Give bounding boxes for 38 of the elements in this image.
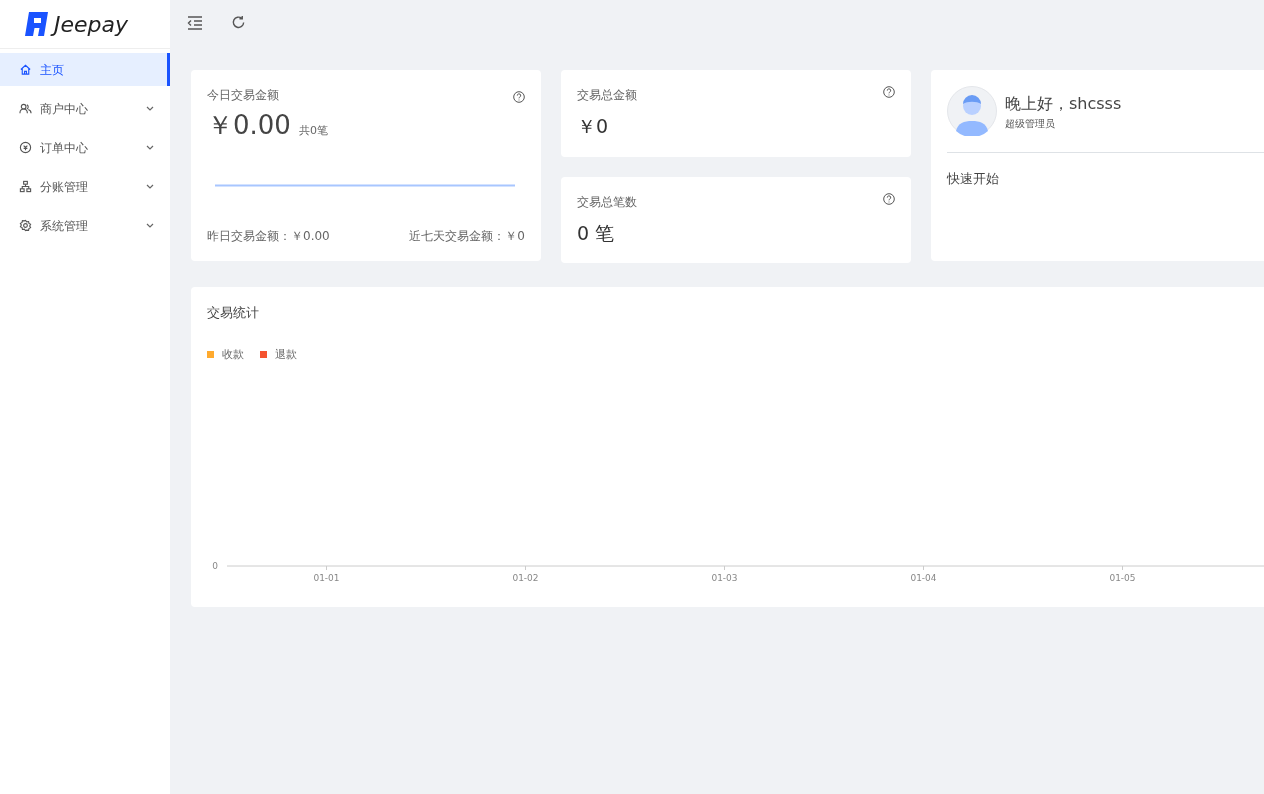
yesterday-amount: 昨日交易金额：￥0.00	[207, 228, 330, 245]
amount-value: ￥0.00	[207, 108, 291, 142]
stat-value: ￥0	[577, 114, 610, 139]
axis-label: 01-01	[313, 573, 340, 583]
greeting-text: 晚上好，shcsss	[1005, 92, 1122, 115]
card-title: 今日交易金额	[207, 87, 279, 104]
card-title: 交易总笔数	[577, 193, 637, 211]
logo-icon	[24, 12, 50, 36]
sidebar-item[interactable]: 订单中心	[0, 131, 170, 164]
hierarchy-icon	[19, 180, 32, 193]
home-icon	[19, 63, 32, 76]
sidebar-item[interactable]: 系统管理	[0, 209, 170, 242]
axis-label: 01-02	[512, 573, 539, 583]
stat-value: 0 笔	[577, 220, 616, 246]
axis-label: 01-04	[910, 573, 937, 583]
sidebar-item[interactable]: 主页	[0, 53, 170, 86]
week-amount: 近七天交易金额：￥0	[409, 228, 525, 245]
menu-fold-icon[interactable]	[187, 15, 203, 30]
avatar-icon	[947, 86, 997, 136]
axis-label: 01-05	[1109, 573, 1136, 583]
axis-label: 01-03	[711, 573, 738, 583]
settings-icon	[19, 219, 32, 232]
legend-label[interactable]: 收款	[222, 346, 244, 363]
card-title: 交易总金额	[577, 87, 637, 104]
section-title: 快速开始	[947, 170, 1000, 188]
help-icon[interactable]	[883, 86, 895, 98]
sidebar-item[interactable]: 商户中心	[0, 92, 170, 125]
legend-label[interactable]: 退款	[275, 346, 297, 363]
card-title: 交易统计	[207, 304, 260, 322]
users-icon	[19, 102, 32, 115]
sidebar-item[interactable]: 分账管理	[0, 170, 170, 203]
help-icon[interactable]	[883, 192, 895, 205]
help-icon[interactable]	[513, 90, 525, 103]
circle-icon	[19, 141, 32, 154]
axis-label: 0	[212, 561, 218, 571]
refresh-icon[interactable]	[231, 15, 246, 30]
role-text: 超级管理员	[1005, 116, 1056, 131]
count-text: 共0笔	[298, 122, 328, 139]
